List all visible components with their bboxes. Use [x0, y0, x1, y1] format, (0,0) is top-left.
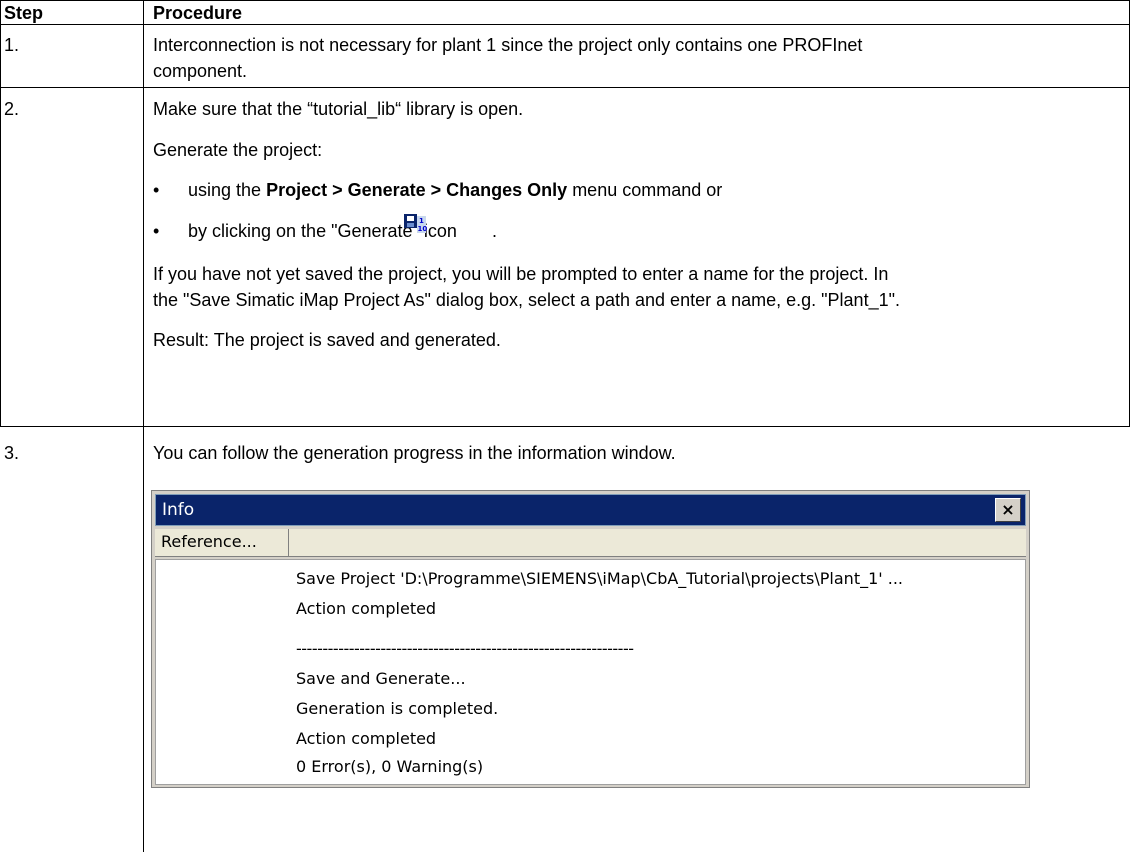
header-procedure: Procedure	[153, 3, 243, 23]
log-line: Action completed	[296, 729, 437, 748]
step-2-generate-label: Generate the project:	[153, 140, 323, 160]
header-step: Step	[4, 3, 44, 23]
column-divider	[143, 0, 144, 852]
row-2-bottom-border	[0, 426, 1130, 427]
step-2-prompt-line-1: If you have not yet saved the project, y…	[153, 264, 889, 284]
info-log-area[interactable]: Save Project 'D:\Programme\SIEMENS\iMap\…	[155, 559, 1026, 785]
svg-text:10: 10	[418, 225, 428, 233]
log-line: Generation is completed.	[296, 699, 499, 718]
bullet-2-marker: •	[153, 221, 160, 241]
close-button[interactable]: ×	[995, 498, 1021, 522]
info-window: Info × Reference... Save Project 'D:\Pro…	[151, 490, 1030, 788]
table-right-border	[1129, 0, 1130, 426]
log-line: Action completed	[296, 599, 437, 618]
generate-icon: 1 10	[404, 214, 428, 233]
log-line: 0 Error(s), 0 Warning(s)	[296, 757, 484, 776]
step-1-text-line-2: component.	[153, 61, 248, 81]
step-2-intro: Make sure that the “tutorial_lib“ librar…	[153, 99, 524, 119]
log-line: Save and Generate...	[296, 669, 466, 688]
step-1-text-line-1: Interconnection is not necessary for pla…	[153, 35, 863, 55]
info-tab-bar: Reference...	[155, 529, 1026, 557]
step-1-number: 1.	[4, 35, 20, 55]
log-line: Save Project 'D:\Programme\SIEMENS\iMap\…	[296, 569, 904, 588]
bullet-1-marker: •	[153, 180, 160, 200]
log-separator: ----------------------------------------…	[296, 639, 634, 658]
svg-text:1: 1	[419, 217, 424, 225]
menu-command-path: Project > Generate > Changes Only	[266, 180, 568, 200]
info-title-bar[interactable]: Info ×	[155, 494, 1026, 526]
step-3-number: 3.	[4, 443, 20, 463]
bullet-1-text: using the Project > Generate > Changes O…	[188, 180, 723, 200]
info-title: Info	[162, 500, 195, 520]
row-1-bottom-border	[0, 87, 1130, 88]
step-3-intro: You can follow the generation progress i…	[153, 443, 676, 463]
bullet-2-text: by clicking on the "Generate" icon .	[188, 221, 497, 241]
step-2-result: Result: The project is saved and generat…	[153, 330, 501, 350]
table-left-border	[0, 0, 1, 426]
tab-reference[interactable]: Reference...	[155, 529, 289, 556]
step-2-number: 2.	[4, 99, 20, 119]
step-2-prompt-line-2: the "Save Simatic iMap Project As" dialo…	[153, 290, 900, 310]
